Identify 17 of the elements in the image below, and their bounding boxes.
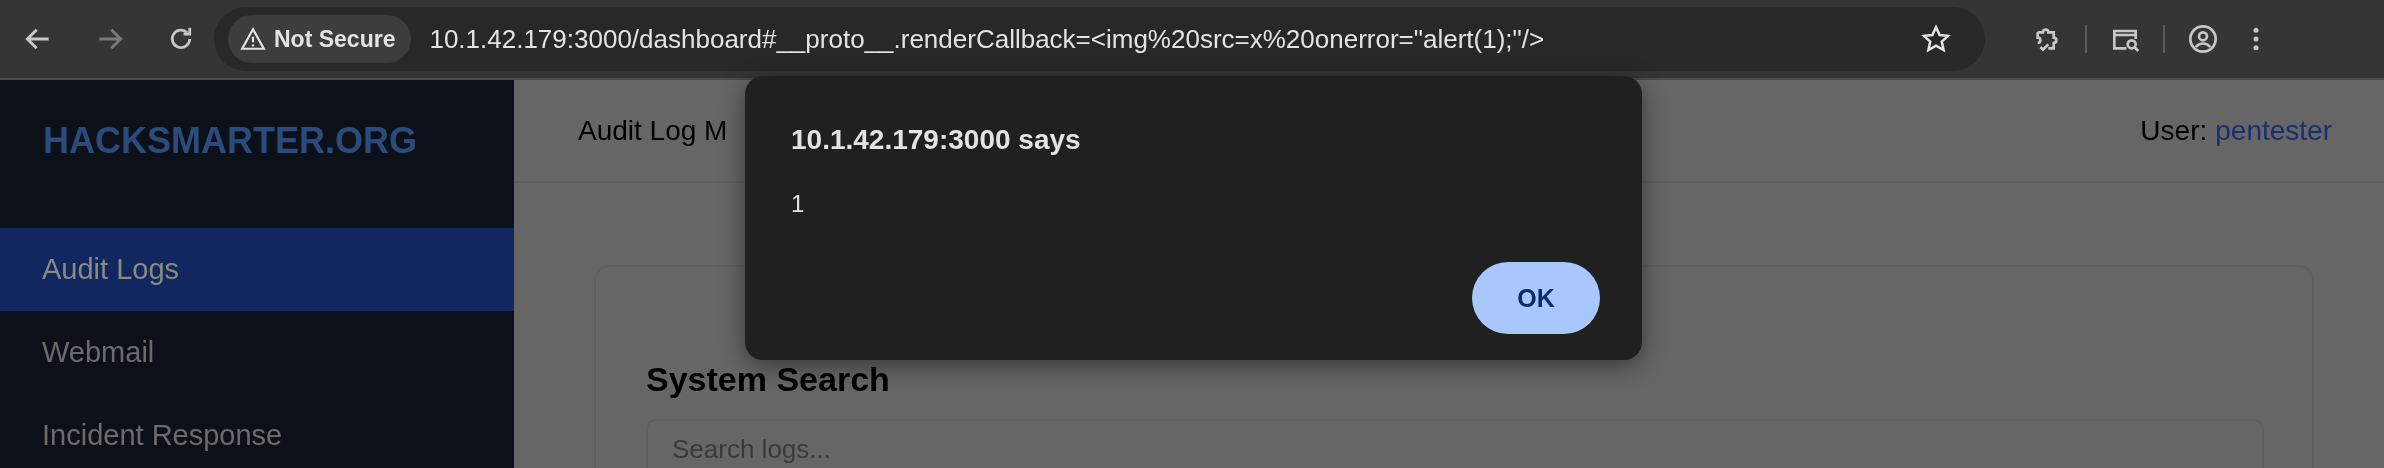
user-label: User: [2140, 114, 2208, 147]
address-bar[interactable]: Not Secure 10.1.42.179:3000/dashboard#__proto__.renderCallback=<img%20src=x%20onerror="alert(1);"/> [214, 7, 1985, 71]
site-logo[interactable]: HACKSMARTER.ORG [43, 120, 417, 162]
sidebar-item[interactable]: Incident Response [0, 394, 514, 468]
dialog-message: 1 [791, 190, 806, 218]
warning-icon [240, 26, 266, 52]
sidebar-item[interactable]: Audit Logs [0, 228, 514, 311]
page-title: Audit Log M [578, 114, 728, 147]
ok-button[interactable]: OK [1472, 262, 1600, 334]
username-link[interactable]: pentester [2215, 114, 2332, 147]
sidebar-item[interactable]: Webmail [0, 311, 514, 394]
url-text: 10.1.42.179:3000/dashboard#__proto__.renderCallback=<img%20src=x%20onerror="alert(1);"/> [429, 23, 1546, 55]
dialog-title: 10.1.42.179:3000 says [791, 124, 1082, 156]
security-chip[interactable]: Not Secure [228, 15, 412, 63]
profile-icon[interactable] [2187, 23, 2219, 55]
star-icon[interactable] [1921, 24, 1951, 54]
section-heading: System Search [646, 361, 891, 397]
